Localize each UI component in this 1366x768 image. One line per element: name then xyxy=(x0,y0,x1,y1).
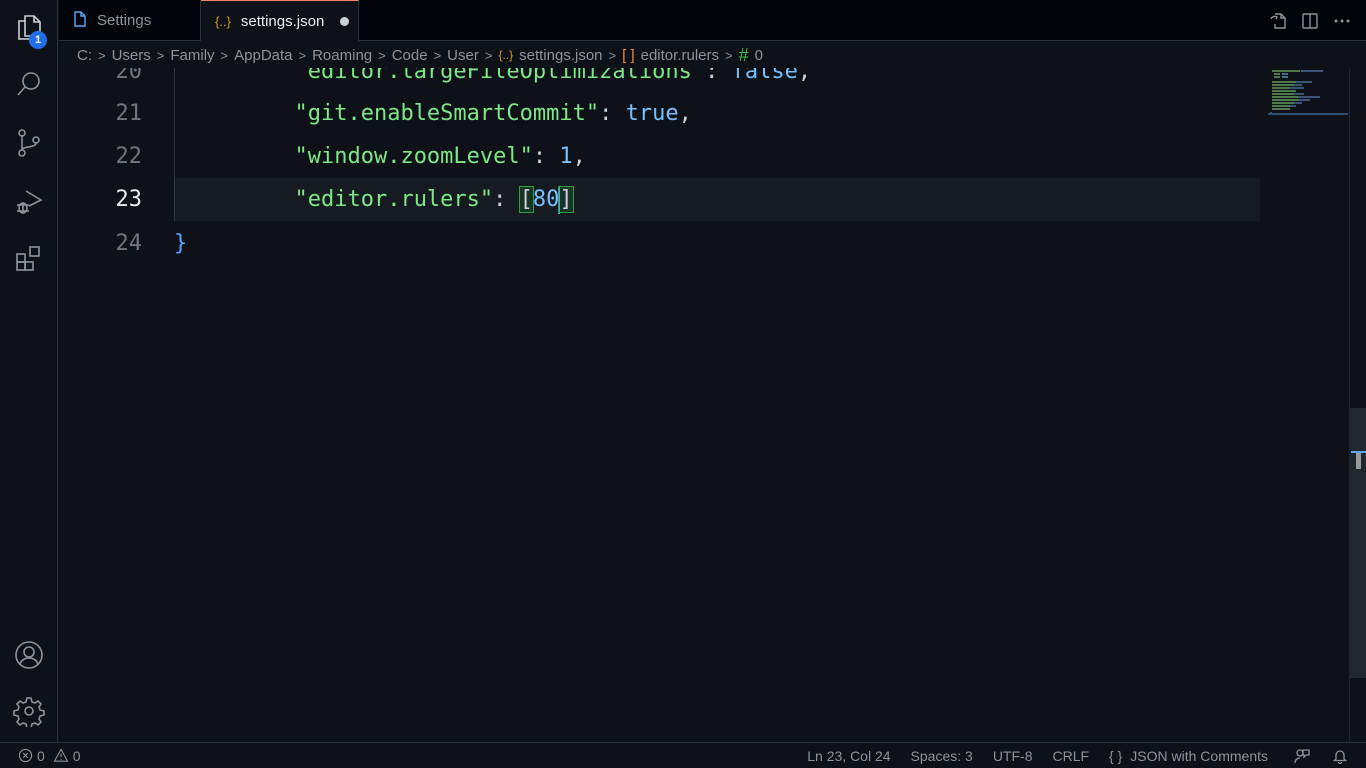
activity-manage[interactable] xyxy=(0,686,58,736)
tab-settings[interactable]: Settings xyxy=(59,0,201,41)
error-count: 0 xyxy=(37,747,45,764)
bell-icon xyxy=(1332,749,1348,764)
open-bracket: [ xyxy=(518,185,534,213)
account-icon xyxy=(15,641,43,669)
status-bar: 0 0 Ln 23, Col 24 Spaces: 3 UTF-8 CRLF {… xyxy=(0,742,1366,768)
warning-count: 0 xyxy=(72,747,81,764)
more-actions-icon xyxy=(1334,18,1350,22)
tab-bar: Settings {..} settings.json xyxy=(59,0,1366,42)
end-of-line[interactable]: CRLF xyxy=(1052,748,1089,764)
comma: , xyxy=(678,101,692,126)
comma: , xyxy=(797,68,812,84)
json-icon: {..} xyxy=(215,14,231,29)
breadcrumb-item[interactable]: User xyxy=(447,47,479,64)
json-value: true xyxy=(625,101,679,126)
breadcrumb-item[interactable]: C: xyxy=(77,47,92,64)
tab-label: settings.json xyxy=(240,13,325,30)
array-icon: [ ] xyxy=(622,46,635,64)
more-actions-button[interactable] xyxy=(1332,11,1352,31)
line-number: 24 xyxy=(115,231,143,256)
split-editor-button[interactable] xyxy=(1300,11,1320,31)
activity-source-control[interactable] xyxy=(0,118,58,168)
activity-search[interactable] xyxy=(0,59,58,109)
breadcrumb-item[interactable]: 0 xyxy=(755,47,763,64)
editor-actions xyxy=(1268,0,1352,41)
activity-extensions[interactable] xyxy=(0,234,58,284)
explorer-badge: 1 xyxy=(29,31,47,49)
encoding[interactable]: UTF-8 xyxy=(993,748,1033,764)
colon: : xyxy=(705,68,732,84)
line-number: 22 xyxy=(115,144,143,169)
activity-bar: 1 xyxy=(0,0,58,742)
chevron-right-icon: > xyxy=(98,47,106,63)
unsaved-dot-icon[interactable] xyxy=(340,17,350,26)
chevron-right-icon: > xyxy=(608,47,617,63)
notifications-button[interactable] xyxy=(1332,748,1348,764)
status-bar-right: Ln 23, Col 24 Spaces: 3 UTF-8 CRLF { } J… xyxy=(787,748,1348,764)
line-number: 23 xyxy=(115,187,143,212)
breadcrumb-item[interactable]: Family xyxy=(170,47,214,64)
language-mode[interactable]: { } JSON with Comments xyxy=(1109,748,1268,764)
error-icon xyxy=(18,748,33,763)
breadcrumb: C: > Users > Family > AppData > Roaming > Cod… xyxy=(77,44,763,66)
scrollbar-marker xyxy=(1356,453,1361,469)
code-editor[interactable]: 20 "editor.largeFileOptimizations": fals… xyxy=(59,68,1349,742)
braces-icon: { } xyxy=(1109,747,1123,764)
code-line: 24 } xyxy=(59,222,1259,265)
vertical-scrollbar[interactable] xyxy=(1349,68,1366,742)
close-bracket: ] xyxy=(558,185,574,213)
open-changes-button[interactable] xyxy=(1268,11,1288,31)
scrollbar-thumb[interactable] xyxy=(1350,408,1366,678)
activity-explorer[interactable]: 1 xyxy=(0,2,58,52)
colon: : xyxy=(493,186,520,212)
open-changes-icon xyxy=(1270,12,1286,29)
chevron-right-icon: > xyxy=(298,47,307,63)
feedback-icon xyxy=(1294,748,1310,763)
breadcrumb-item[interactable]: Users xyxy=(112,47,151,64)
minimap-current-line xyxy=(1268,113,1348,115)
json-value: 80 xyxy=(532,186,560,212)
source-control-icon xyxy=(18,129,40,157)
code-line-current: 23 "editor.rulers": [80] xyxy=(59,178,1259,221)
extensions-icon xyxy=(16,246,40,271)
search-icon xyxy=(17,72,40,96)
split-editor-icon xyxy=(1302,12,1318,29)
comma: , xyxy=(572,144,586,169)
chevron-right-icon: > xyxy=(725,47,733,63)
tab-label: Settings xyxy=(97,12,152,29)
chevron-right-icon: > xyxy=(484,47,493,63)
colon: : xyxy=(599,101,626,126)
line-number: 20 xyxy=(115,68,143,84)
activity-accounts[interactable] xyxy=(0,630,58,680)
chevron-right-icon: > xyxy=(433,47,442,63)
run-debug-icon xyxy=(17,190,43,214)
cursor-position[interactable]: Ln 23, Col 24 xyxy=(807,748,890,764)
closing-brace: } xyxy=(174,231,188,256)
tab-settings-json[interactable]: {..} settings.json xyxy=(201,0,359,42)
json-value: false xyxy=(731,68,798,84)
breadcrumb-item[interactable]: editor.rulers xyxy=(641,47,719,64)
breadcrumb-item[interactable]: AppData xyxy=(234,47,292,64)
json-icon: {..} xyxy=(498,48,514,62)
minimap[interactable] xyxy=(1268,68,1350,118)
breadcrumb-item[interactable]: settings.json xyxy=(519,47,602,64)
activity-run-debug[interactable] xyxy=(0,176,58,226)
chevron-right-icon: > xyxy=(156,47,165,63)
line-number: 21 xyxy=(115,101,143,126)
language-label: JSON with Comments xyxy=(1130,747,1268,764)
file-icon xyxy=(73,11,87,30)
json-key: "editor.rulers" xyxy=(294,186,494,212)
chevron-right-icon: > xyxy=(378,47,386,63)
gear-icon xyxy=(13,697,45,727)
indentation[interactable]: Spaces: 3 xyxy=(911,748,973,764)
number-icon: # xyxy=(738,44,749,65)
chevron-right-icon: > xyxy=(220,47,229,63)
breadcrumb-item[interactable]: Roaming xyxy=(312,47,372,64)
breadcrumb-item[interactable]: Code xyxy=(392,47,428,64)
warning-icon xyxy=(53,748,69,762)
feedback-button[interactable] xyxy=(1294,748,1310,764)
problems-indicator[interactable]: 0 0 xyxy=(18,748,81,764)
